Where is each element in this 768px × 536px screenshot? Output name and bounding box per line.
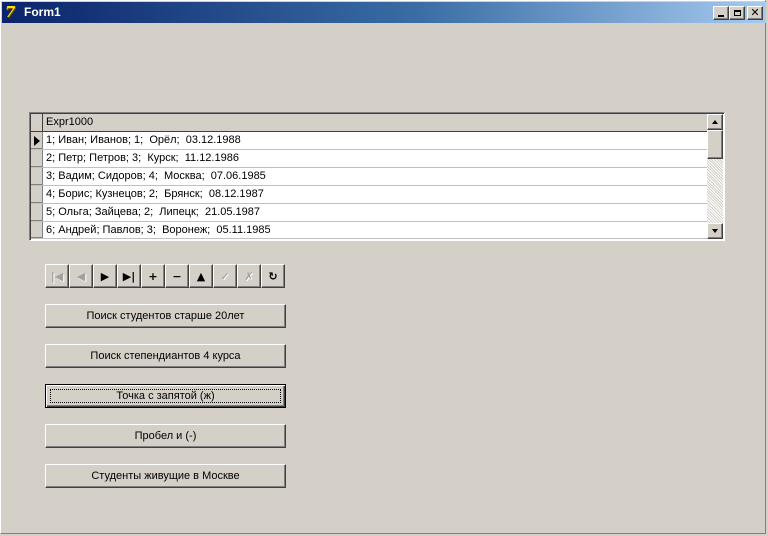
table-row[interactable]: 4; Борис; Кузнецов; 2; Брянск; 08.12.198… <box>31 186 709 204</box>
close-icon: ✕ <box>750 6 760 19</box>
table-row[interactable]: 5; Ольга; Зайцева; 2; Липецк; 21.05.1987 <box>31 204 709 222</box>
table-row[interactable]: 3; Вадим; Сидоров; 4; Москва; 07.06.1985 <box>31 168 709 186</box>
nav-refresh-button[interactable]: ↻ <box>261 264 285 288</box>
nav-first-button[interactable]: |◀ <box>45 264 69 288</box>
semicolon-button[interactable]: Точка с запятой (ж) <box>45 384 286 408</box>
close-button[interactable]: ✕ <box>747 6 763 20</box>
scroll-up-button[interactable] <box>707 114 723 130</box>
maximize-icon <box>733 10 741 16</box>
current-row-arrow-icon <box>34 136 40 146</box>
students-moscow-button[interactable]: Студенты живущие в Москве <box>45 464 286 488</box>
grid-header: Expr1000 <box>31 114 709 132</box>
nav-last-button[interactable]: ▶| <box>117 264 141 288</box>
table-row[interactable]: 2; Петр; Петров; 3; Курск; 11.12.1986 <box>31 150 709 168</box>
search-scholarship-4th-year-button[interactable]: Поиск степендиантов 4 курса <box>45 344 286 368</box>
main-window: 7 Form1 ✕ Expr1000 1; Иван; Иванов; 1; О… <box>0 0 766 534</box>
row-cell[interactable]: 3; Вадим; Сидоров; 4; Москва; 07.06.1985 <box>46 168 266 185</box>
table-row[interactable]: 1; Иван; Иванов; 1; Орёл; 03.12.1988 <box>31 132 709 150</box>
search-older-20-button[interactable]: Поиск студентов старше 20лет <box>45 304 286 328</box>
column-header-expr1000[interactable]: Expr1000 <box>43 114 93 131</box>
nav-prior-button[interactable]: ◀ <box>69 264 93 288</box>
scroll-down-button[interactable] <box>707 223 723 239</box>
row-cell[interactable]: 1; Иван; Иванов; 1; Орёл; 03.12.1988 <box>46 132 241 149</box>
nav-edit-button[interactable]: ▲ <box>189 264 213 288</box>
nav-insert-button[interactable]: + <box>141 264 165 288</box>
window-title: Form1 <box>24 5 61 19</box>
minimize-button[interactable] <box>713 6 729 20</box>
scroll-up-arrow-icon <box>712 120 718 124</box>
row-indicator <box>31 132 43 149</box>
minimize-icon <box>718 15 724 17</box>
row-indicator <box>31 186 43 203</box>
scroll-down-arrow-icon <box>712 229 718 233</box>
row-indicator <box>31 150 43 167</box>
row-cell[interactable]: 2; Петр; Петров; 3; Курск; 11.12.1986 <box>46 150 239 167</box>
grid-vertical-scrollbar[interactable] <box>707 114 723 239</box>
nav-cancel-button[interactable]: ✗ <box>237 264 261 288</box>
scroll-thumb[interactable] <box>707 130 723 159</box>
header-indicator <box>31 114 43 131</box>
row-indicator <box>31 168 43 185</box>
nav-next-button[interactable]: ▶ <box>93 264 117 288</box>
space-dash-button[interactable]: Пробел и (-) <box>45 424 286 448</box>
row-indicator <box>31 204 43 221</box>
row-cell[interactable]: 4; Борис; Кузнецов; 2; Брянск; 08.12.198… <box>46 186 264 203</box>
nav-post-button[interactable]: ✓ <box>213 264 237 288</box>
row-cell[interactable]: 6; Андрей; Павлов; 3; Воронеж; 05.11.198… <box>46 222 271 239</box>
app-icon[interactable]: 7 <box>5 4 21 20</box>
db-grid[interactable]: Expr1000 1; Иван; Иванов; 1; Орёл; 03.12… <box>29 112 725 241</box>
maximize-button[interactable] <box>729 6 745 20</box>
table-row[interactable]: 6; Андрей; Павлов; 3; Воронеж; 05.11.198… <box>31 222 709 239</box>
semicolon-button-label: Точка с запятой (ж) <box>116 390 215 402</box>
title-bar[interactable]: 7 Form1 ✕ <box>2 2 766 23</box>
db-navigator: |◀ ◀ ▶ ▶| + − ▲ ✓ ✗ ↻ <box>45 264 286 289</box>
row-indicator <box>31 222 43 238</box>
nav-delete-button[interactable]: − <box>165 264 189 288</box>
row-cell[interactable]: 5; Ольга; Зайцева; 2; Липецк; 21.05.1987 <box>46 204 260 221</box>
